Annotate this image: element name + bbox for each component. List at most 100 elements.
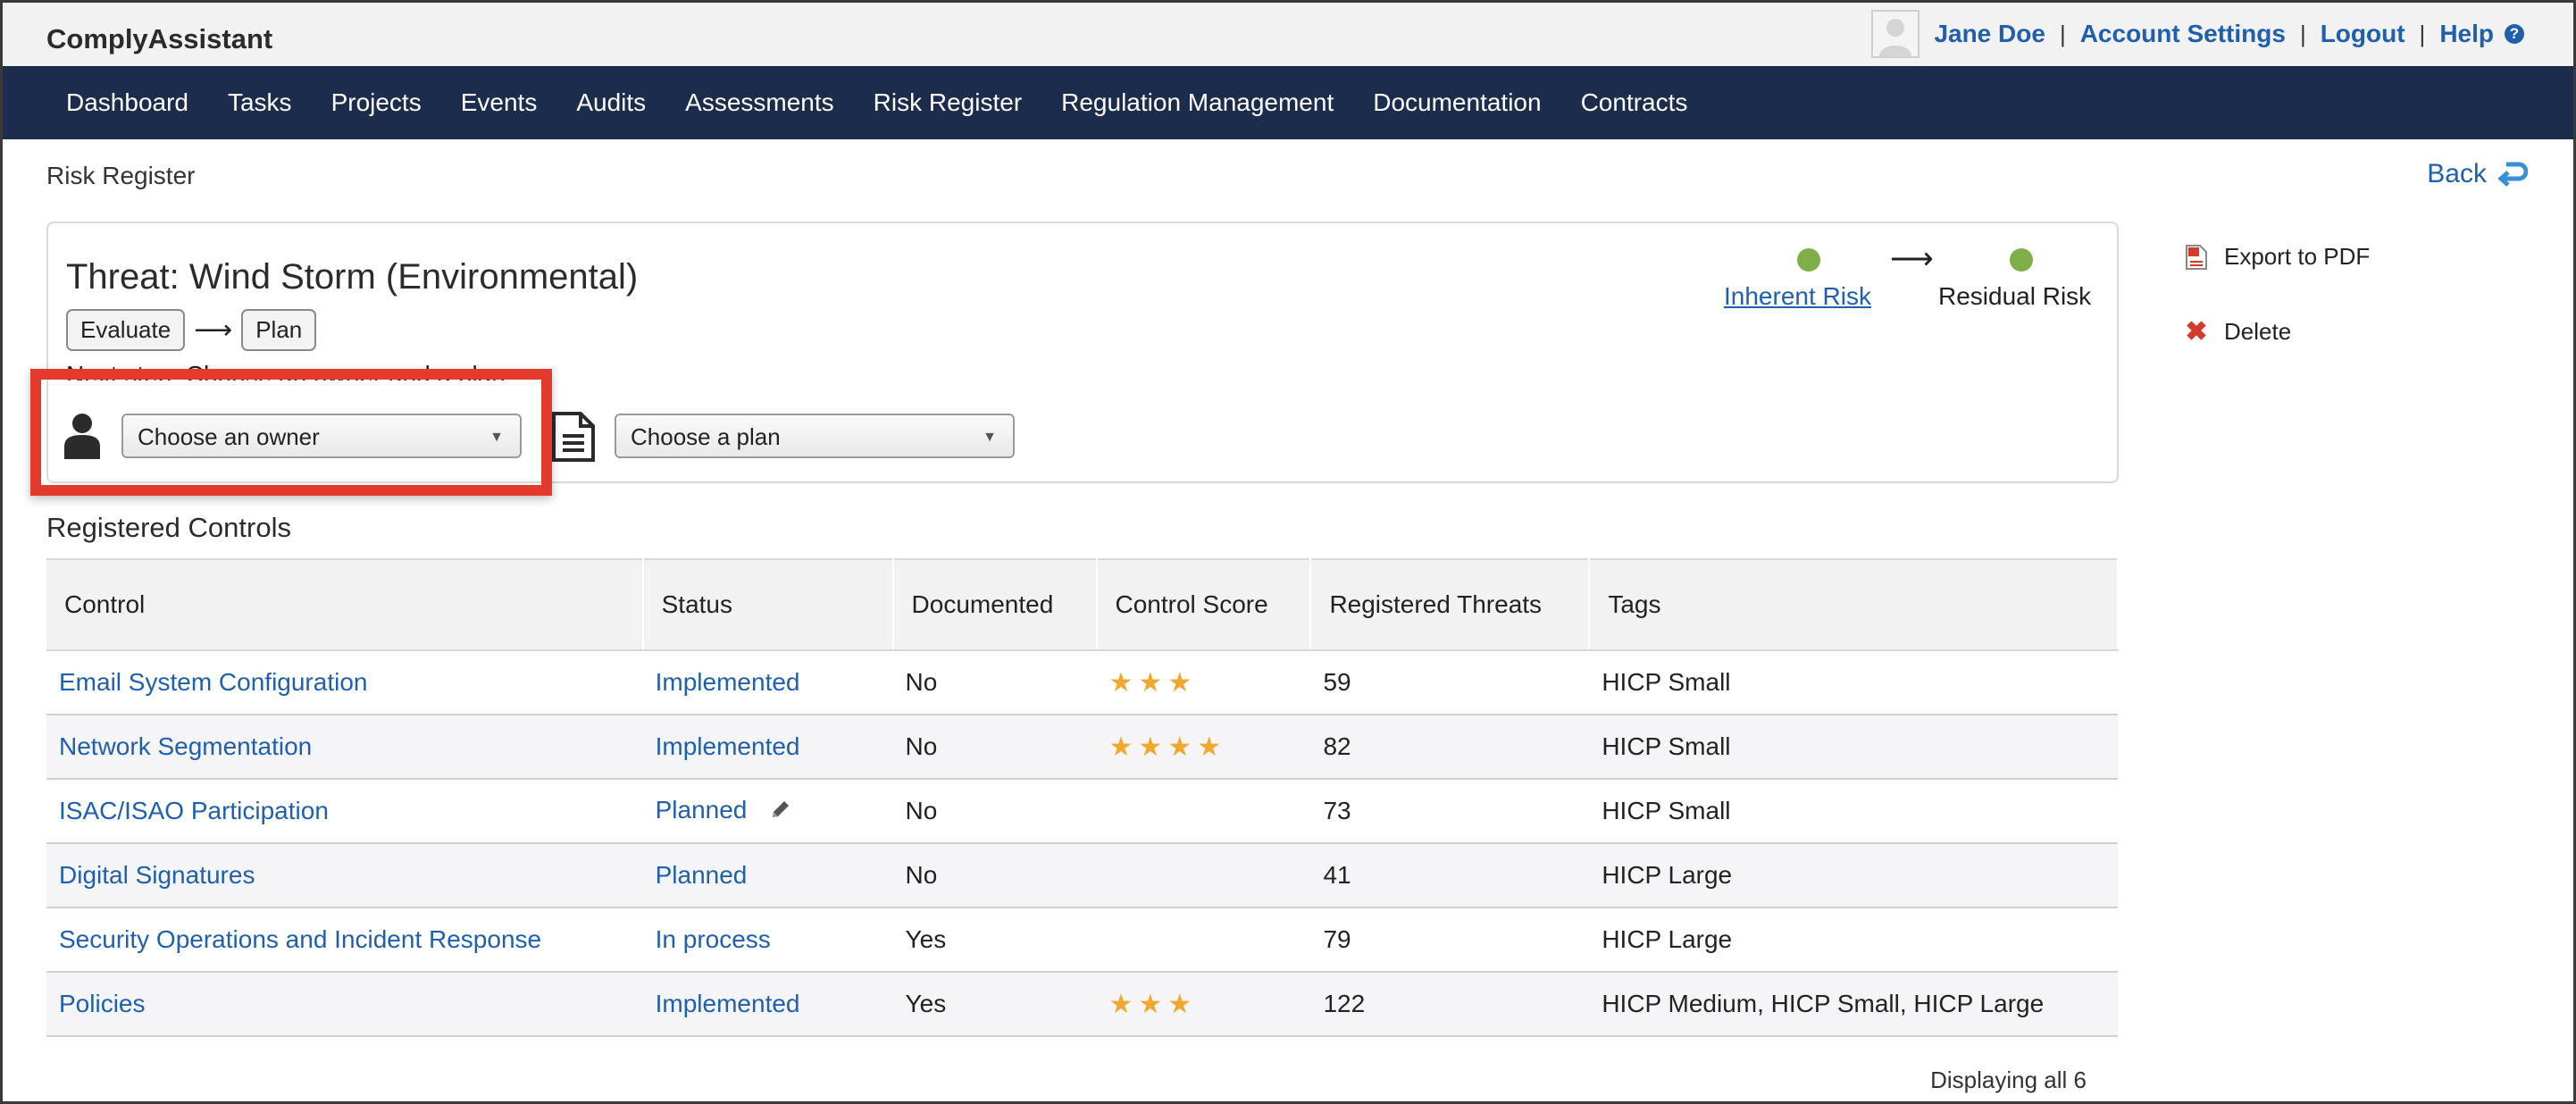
export-pdf-button[interactable]: Export to PDF — [2185, 243, 2370, 271]
status-link[interactable]: In process — [656, 925, 771, 953]
status-link[interactable]: Planned — [656, 861, 748, 889]
nav-item-audits[interactable]: Audits — [576, 88, 646, 117]
tags-cell: HICP Small — [1589, 650, 2118, 715]
documented-cell: No — [892, 650, 1097, 715]
documented-cell: No — [892, 715, 1097, 780]
control-link[interactable]: Policies — [59, 990, 145, 1017]
column-header-control[interactable]: Control — [46, 558, 644, 651]
registered-controls-title: Registered Controls — [46, 512, 291, 543]
threats-cell: 79 — [1310, 907, 1590, 973]
document-icon — [550, 411, 597, 467]
table-row: ISAC/ISAO Participation Planned No 73 HI… — [46, 779, 2118, 844]
tags-cell: HICP Large — [1589, 843, 2118, 908]
separator: | — [2299, 20, 2306, 47]
table-row: Network Segmentation Implemented No ★★★★… — [46, 715, 2118, 780]
tags-cell: HICP Small — [1589, 715, 2118, 780]
step-evaluate-button[interactable]: Evaluate — [66, 309, 186, 351]
back-button[interactable]: Back — [2427, 159, 2528, 189]
column-header-tags[interactable]: Tags — [1589, 558, 2119, 651]
pencil-icon[interactable] — [770, 798, 791, 826]
control-score-stars: ★★★ — [1108, 667, 1198, 698]
control-link[interactable]: ISAC/ISAO Participation — [59, 797, 329, 824]
person-icon — [63, 411, 102, 464]
threat-panel: Threat: Wind Storm (Environmental) Evalu… — [46, 222, 2119, 483]
status-link[interactable]: Planned — [656, 796, 748, 824]
owner-select[interactable]: Choose an owner ▼ — [121, 414, 522, 458]
status-link[interactable]: Implemented — [656, 732, 800, 760]
avatar[interactable] — [1871, 10, 1920, 58]
threats-cell: 41 — [1310, 843, 1590, 908]
threats-cell: 122 — [1310, 972, 1590, 1037]
pagination-status: Displaying all 6 — [1930, 1066, 2087, 1093]
inherent-risk-link[interactable]: Inherent Risk — [1724, 282, 1871, 311]
table-row: Policies Implemented Yes ★★★ 122 HICP Me… — [46, 972, 2118, 1037]
delete-label: Delete — [2224, 318, 2292, 345]
separator: | — [2419, 20, 2426, 47]
column-header-registered-threats[interactable]: Registered Threats — [1310, 558, 1591, 651]
column-header-status[interactable]: Status — [642, 558, 894, 651]
control-score-stars: ★★★★ — [1108, 732, 1227, 762]
help-icon[interactable]: ? — [2505, 24, 2524, 44]
column-header-documented[interactable]: Documented — [892, 558, 1098, 651]
nav-item-contracts[interactable]: Contracts — [1581, 88, 1688, 117]
nav-item-assessments[interactable]: Assessments — [685, 88, 834, 117]
owner-select-value: Choose an owner — [138, 423, 320, 450]
tags-cell: HICP Small — [1589, 779, 2118, 844]
control-score-stars: ★★★ — [1108, 989, 1198, 1019]
documented-cell: No — [892, 779, 1097, 844]
nav-item-documentation[interactable]: Documentation — [1373, 88, 1541, 117]
help-link[interactable]: Help — [2439, 20, 2494, 48]
separator: | — [2059, 20, 2066, 47]
account-settings-link[interactable]: Account Settings — [2080, 20, 2286, 48]
tags-cell: HICP Large — [1589, 907, 2118, 973]
table-row: Digital Signatures Planned No 41 HICP La… — [46, 843, 2118, 908]
right-arrow-icon: ⟶ — [194, 315, 233, 345]
nav-item-tasks[interactable]: Tasks — [228, 88, 292, 117]
documented-cell: No — [892, 843, 1097, 908]
documented-cell: Yes — [892, 907, 1097, 973]
control-link[interactable]: Email System Configuration — [59, 668, 367, 696]
documented-cell: Yes — [892, 972, 1097, 1037]
nav-item-dashboard[interactable]: Dashboard — [66, 88, 188, 117]
risk-indicator: ⟶ Inherent Risk Residual Risk — [1724, 242, 2099, 329]
controls-table: Control Status Documented Control Score … — [46, 558, 2119, 1037]
threats-cell: 73 — [1310, 779, 1590, 844]
step-plan-button[interactable]: Plan — [241, 309, 317, 351]
column-header-control-score[interactable]: Control Score — [1096, 558, 1312, 651]
nav-item-risk-register[interactable]: Risk Register — [874, 88, 1022, 117]
control-link[interactable]: Security Operations and Incident Respons… — [59, 925, 541, 953]
inherent-risk-dot-icon — [1797, 248, 1820, 272]
threat-title: Threat: Wind Storm (Environmental) — [66, 257, 639, 297]
logout-link[interactable]: Logout — [2321, 20, 2405, 48]
status-link[interactable]: Implemented — [656, 990, 800, 1017]
nav-item-events[interactable]: Events — [461, 88, 538, 117]
breadcrumb: Risk Register — [46, 162, 196, 189]
delete-button[interactable]: ✖ Delete — [2185, 316, 2291, 347]
right-arrow-icon: ⟶ — [1890, 242, 1934, 276]
main-nav: Dashboard Tasks Projects Events Audits A… — [0, 66, 2576, 139]
dropdown-caret-icon: ▼ — [983, 430, 997, 445]
next-step-text: Next step: Choose an owner and a plan — [66, 361, 506, 381]
residual-risk-label: Residual Risk — [1938, 282, 2092, 310]
dropdown-caret-icon: ▼ — [489, 430, 504, 445]
user-menu: Jane Doe | Account Settings | Logout | H… — [1871, 9, 2524, 59]
user-silhouette-icon — [1879, 19, 1912, 56]
tags-cell: HICP Medium, HICP Small, HICP Large — [1589, 972, 2118, 1037]
nav-item-regulation-management[interactable]: Regulation Management — [1061, 88, 1334, 117]
status-link[interactable]: Implemented — [656, 668, 800, 696]
control-link[interactable]: Network Segmentation — [59, 732, 312, 760]
back-arrow-icon — [2497, 162, 2528, 187]
brand-logo: ComplyAssistant — [46, 23, 273, 54]
control-link[interactable]: Digital Signatures — [59, 861, 255, 889]
back-label: Back — [2427, 159, 2487, 188]
plan-select[interactable]: Choose a plan ▼ — [615, 414, 1015, 458]
residual-risk-dot-icon — [2010, 248, 2033, 272]
nav-item-projects[interactable]: Projects — [331, 88, 422, 117]
pdf-icon — [2186, 244, 2207, 270]
table-row: Email System Configuration Implemented N… — [46, 650, 2118, 715]
user-name-link[interactable]: Jane Doe — [1934, 20, 2045, 48]
threats-cell: 82 — [1310, 715, 1590, 780]
plan-select-value: Choose a plan — [631, 423, 781, 450]
delete-icon: ✖ — [2185, 317, 2208, 347]
export-pdf-label: Export to PDF — [2224, 243, 2371, 270]
